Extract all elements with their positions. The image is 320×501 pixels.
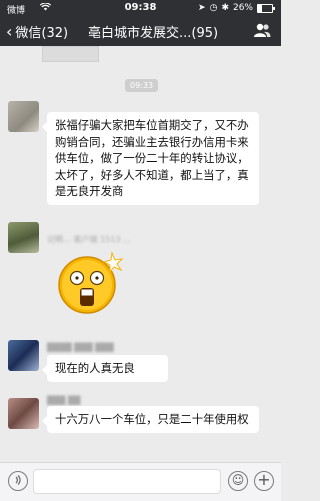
voice-icon[interactable] <box>8 471 28 491</box>
input-bar: ☺ + <box>0 462 281 501</box>
previous-message-card <box>42 46 99 62</box>
chat-title: 亳白城市发展交...(95) <box>88 26 219 41</box>
sender-nickname: 记啊… 客户端 1513 … <box>47 235 131 244</box>
avatar[interactable] <box>8 398 39 429</box>
shocked-emoji-icon[interactable] <box>54 247 124 317</box>
sender-nickname: ████ ███ ███ <box>47 343 114 352</box>
emoji-icon[interactable]: ☺ <box>228 471 248 491</box>
battery-percent: 26% <box>232 3 253 13</box>
bluetooth-icon: ✱ <box>221 3 229 13</box>
back-button[interactable]: ‹ 微信(32) <box>6 22 68 41</box>
avatar[interactable] <box>8 340 39 371</box>
sender-nickname: ███ ██ <box>47 396 81 405</box>
alarm-icon: ◷ <box>209 3 218 13</box>
chevron-left-icon: ‹ <box>6 21 13 41</box>
status-bar: 微博 09:38 ➤ ◷ ✱ 26% <box>0 0 281 16</box>
message-bubble[interactable]: 十六万八一个车位，只是二十年使用权 <box>42 406 259 433</box>
location-icon: ➤ <box>198 3 206 13</box>
message-bubble[interactable]: 现在的人真无良 <box>42 355 168 382</box>
plus-icon[interactable]: + <box>254 471 274 491</box>
chat-header: ‹ 微信(32) 亳白城市发展交...(95) <box>0 16 281 46</box>
message-bubble[interactable]: 张福仔骗大家把车位首期交了，又不办购销合同，还骗业主去银行办信用卡来供车位，做了… <box>42 112 259 205</box>
battery-icon <box>257 3 275 13</box>
message-input[interactable] <box>33 469 221 494</box>
chat-area[interactable]: 09:33 张福仔骗大家把车位首期交了，又不办购销合同，还骗业主去银行办信用卡来… <box>0 46 281 462</box>
back-label: 微信(32) <box>15 26 69 41</box>
group-members-icon[interactable] <box>253 22 271 38</box>
message-timestamp: 09:33 <box>125 79 159 92</box>
avatar[interactable] <box>8 101 39 132</box>
avatar[interactable] <box>8 222 39 253</box>
